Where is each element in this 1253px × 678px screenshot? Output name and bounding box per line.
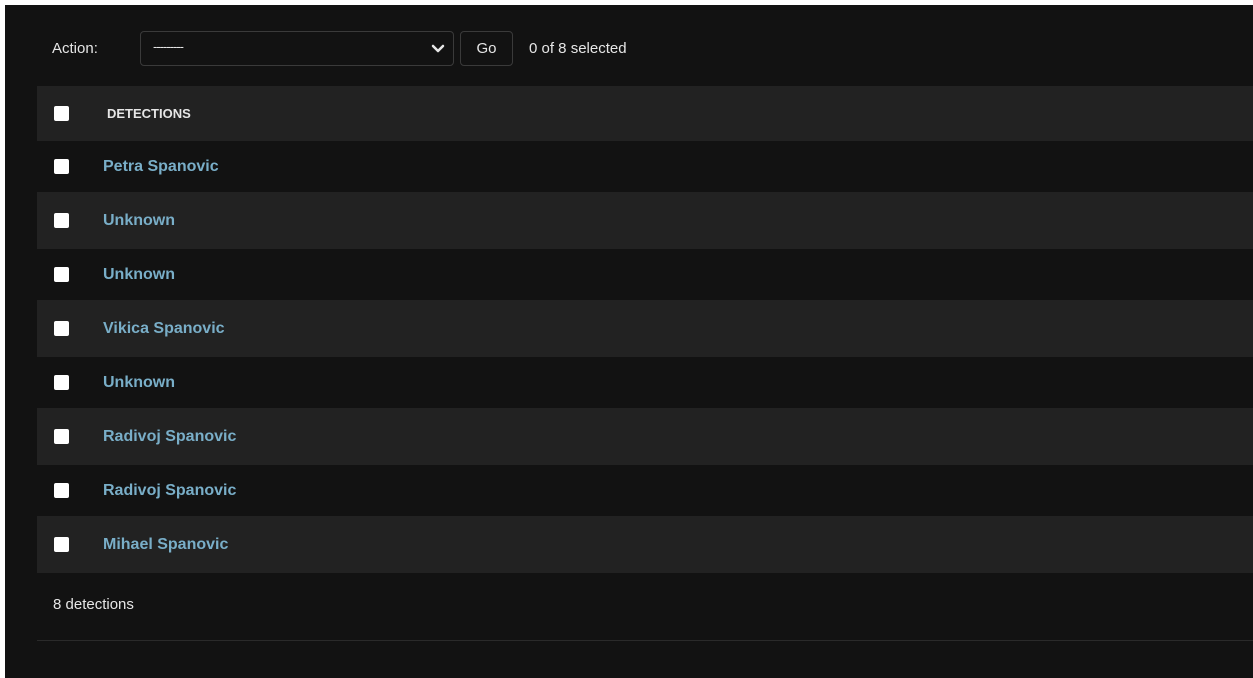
table-row: Mihael Spanovic [37,516,1253,573]
divider [37,640,1253,641]
chevron-down-icon [431,44,445,52]
detection-link[interactable]: Vikica Spanovic [103,320,225,338]
detection-link[interactable]: Unknown [103,374,175,392]
row-checkbox[interactable] [54,537,69,552]
row-checkbox[interactable] [54,267,69,282]
detection-link[interactable]: Petra Spanovic [103,158,219,176]
detection-link[interactable]: Radivoj Spanovic [103,482,236,500]
actions-bar: Action: --------- Go 0 of 8 selected [37,5,1253,91]
action-select-value: --------- [153,38,184,54]
selection-counter: 0 of 8 selected [529,39,627,57]
table-row: Unknown [37,192,1253,249]
table-row: Petra Spanovic [37,141,1253,192]
detection-link[interactable]: Mihael Spanovic [103,536,228,554]
row-checkbox[interactable] [54,483,69,498]
results-table: Detections Petra Spanovic Unknown Unknow… [37,86,1253,573]
table-row: Vikica Spanovic [37,300,1253,357]
go-button[interactable]: Go [460,30,513,66]
table-row: Radivoj Spanovic [37,408,1253,465]
row-checkbox[interactable] [54,321,69,336]
detection-link[interactable]: Radivoj Spanovic [103,428,236,446]
admin-changelist: Action: --------- Go 0 of 8 selected Det… [5,5,1253,678]
detection-link[interactable]: Unknown [103,266,175,284]
table-row: Unknown [37,249,1253,300]
select-all-checkbox[interactable] [54,106,69,121]
detection-link[interactable]: Unknown [103,212,175,230]
column-header-detections[interactable]: Detections [107,106,191,121]
table-row: Radivoj Spanovic [37,465,1253,516]
table-header-row: Detections [37,86,1253,141]
action-select[interactable]: --------- [140,30,454,66]
action-label: Action: [52,39,98,57]
table-row: Unknown [37,357,1253,408]
row-checkbox[interactable] [54,375,69,390]
row-checkbox[interactable] [54,213,69,228]
row-checkbox[interactable] [54,159,69,174]
result-count: 8 detections [53,596,134,613]
row-checkbox[interactable] [54,429,69,444]
